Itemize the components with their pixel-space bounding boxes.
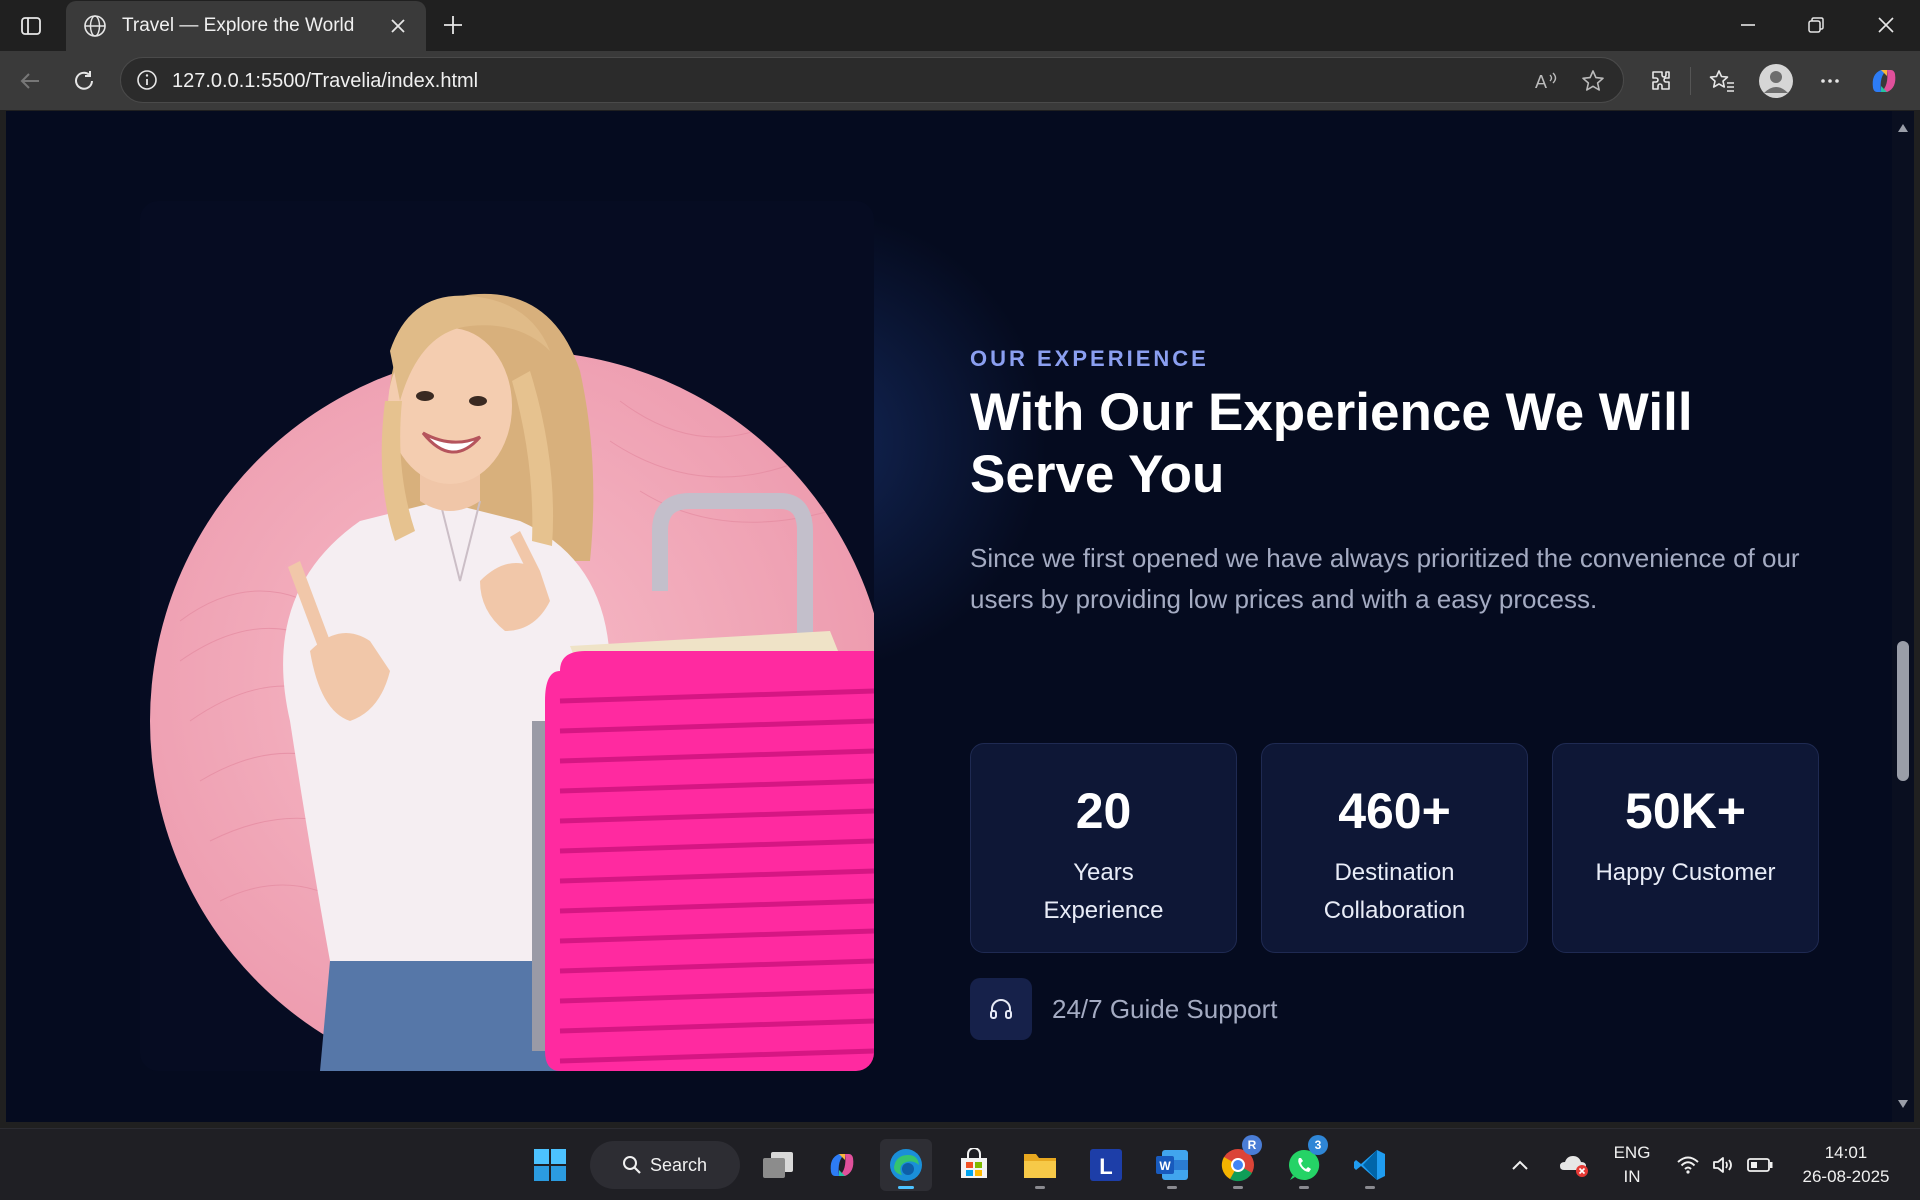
stat-card-years: 20 Years Experience — [970, 743, 1237, 953]
stat-value: 50K+ — [1625, 783, 1746, 839]
browser-tab[interactable]: Travel — Explore the World — [66, 1, 426, 51]
copilot-icon[interactable] — [1864, 61, 1904, 101]
whatsapp-icon[interactable]: 3 — [1278, 1135, 1330, 1191]
profile-avatar-icon[interactable] — [1756, 61, 1796, 101]
task-view-icon[interactable] — [752, 1139, 804, 1191]
edge-browser-icon[interactable] — [880, 1139, 932, 1191]
volume-icon[interactable] — [1706, 1139, 1742, 1191]
browser-titlebar: Travel — Explore the World — [0, 0, 1920, 51]
close-window-icon[interactable] — [1852, 0, 1920, 50]
support-text: 24/7 Guide Support — [1052, 993, 1278, 1024]
new-tab-icon[interactable] — [436, 8, 470, 42]
windows-taskbar: Search L W R 3 ENG IN 14:01 26-08-2025 — [0, 1128, 1920, 1200]
tab-actions-icon[interactable] — [14, 11, 48, 41]
vscode-icon[interactable] — [1344, 1139, 1396, 1191]
extensions-icon[interactable] — [1641, 61, 1681, 101]
section-heading: With Our Experience We Will Serve You — [970, 383, 1693, 504]
svg-text:W: W — [1159, 1159, 1171, 1173]
restore-icon[interactable] — [1782, 0, 1850, 50]
favorites-icon[interactable] — [1702, 61, 1742, 101]
stat-value: 20 — [1075, 783, 1132, 839]
file-explorer-icon[interactable] — [1014, 1139, 1066, 1191]
svg-text:L: L — [1099, 1154, 1112, 1179]
whatsapp-unread-badge: 3 — [1308, 1135, 1328, 1155]
url-text[interactable]: 127.0.0.1:5500/Travelia/index.html — [172, 70, 478, 93]
chrome-profile-badge: R — [1242, 1135, 1262, 1155]
toolbar-separator — [1690, 67, 1691, 95]
refresh-icon[interactable] — [64, 61, 104, 101]
region-code: IN — [1623, 1167, 1641, 1186]
stat-card-destinations: 460+ Destination Collaboration — [1261, 743, 1528, 953]
stat-label: Years Experience — [1043, 859, 1164, 924]
chrome-icon[interactable]: R — [1212, 1135, 1264, 1191]
wifi-icon[interactable] — [1670, 1139, 1706, 1191]
more-menu-icon[interactable] — [1810, 61, 1850, 101]
address-bar[interactable]: 127.0.0.1:5500/Travelia/index.html A — [120, 57, 1624, 103]
experience-section: OUR EXPERIENCE With Our Experience We Wi… — [970, 346, 1830, 1040]
back-icon[interactable] — [10, 61, 50, 101]
site-info-icon[interactable] — [133, 66, 161, 94]
stat-value: 460+ — [1338, 783, 1451, 839]
read-aloud-icon[interactable]: A — [1531, 65, 1563, 97]
browser-toolbar: 127.0.0.1:5500/Travelia/index.html A — [0, 51, 1920, 110]
section-eyebrow: OUR EXPERIENCE — [970, 346, 1209, 371]
minimize-icon[interactable] — [1714, 0, 1782, 50]
scroll-up-icon — [1898, 124, 1908, 132]
taskbar-search[interactable]: Search — [590, 1141, 740, 1189]
start-windows-icon[interactable] — [524, 1139, 576, 1191]
stat-label: Destination Collaboration — [1323, 859, 1466, 924]
favorite-star-icon[interactable] — [1577, 65, 1609, 97]
scroll-thumb[interactable] — [1897, 641, 1909, 781]
show-hidden-icons-chevron-up-icon[interactable] — [1500, 1139, 1540, 1191]
page-viewport: OUR EXPERIENCE With Our Experience We Wi… — [6, 111, 1892, 1122]
word-icon[interactable]: W — [1146, 1139, 1198, 1191]
search-icon — [623, 1156, 641, 1174]
onedrive-error-icon[interactable] — [1552, 1139, 1596, 1191]
scroll-down-icon — [1898, 1100, 1908, 1108]
language-code: ENG — [1613, 1143, 1651, 1162]
globe-icon — [80, 11, 110, 41]
traveler-image — [140, 201, 874, 1071]
pink-suitcase — [545, 651, 874, 1071]
battery-icon[interactable] — [1742, 1139, 1778, 1191]
tab-title: Travel — Explore the World — [122, 15, 355, 36]
microsoft-store-icon[interactable] — [948, 1139, 1000, 1191]
section-description: Since we first opened we have always pri… — [970, 543, 1800, 614]
close-tab-icon[interactable] — [384, 12, 412, 40]
language-indicator[interactable]: ENG IN — [1604, 1141, 1660, 1189]
page-scrollbar[interactable] — [1892, 111, 1914, 1122]
guide-support: 24/7 Guide Support — [970, 978, 1278, 1040]
stat-label: Happy Customer — [1595, 859, 1776, 886]
stats-row: 20 Years Experience 460+ Destination Col… — [970, 743, 1830, 953]
date: 26-08-2025 — [1802, 1167, 1890, 1186]
time: 14:01 — [1824, 1143, 1868, 1162]
svg-text:A: A — [1535, 72, 1547, 92]
l-app-icon[interactable]: L — [1080, 1139, 1132, 1191]
headphones-icon — [970, 978, 1032, 1040]
search-label: Search — [650, 1154, 708, 1175]
copilot-app-icon[interactable] — [816, 1139, 868, 1191]
stat-card-customers: 50K+ Happy Customer — [1552, 743, 1819, 953]
clock[interactable]: 14:01 26-08-2025 — [1786, 1141, 1906, 1189]
